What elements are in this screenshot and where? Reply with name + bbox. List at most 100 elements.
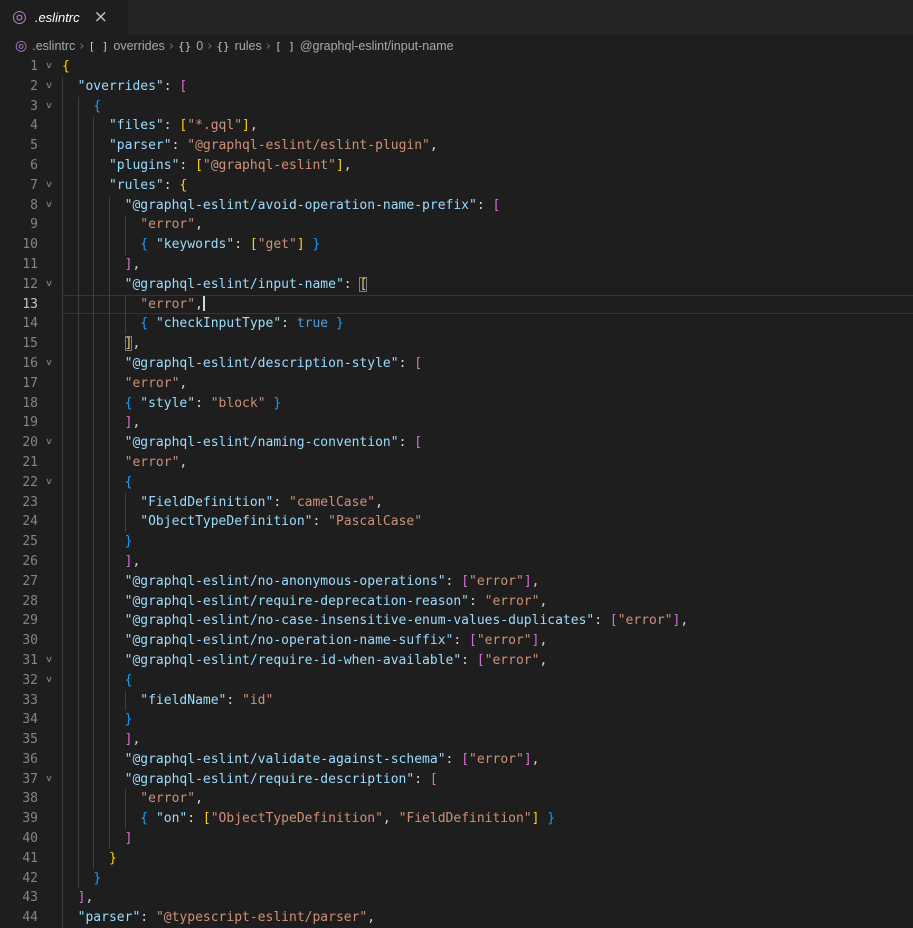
code-line[interactable]: 25 }	[0, 532, 913, 552]
code-line[interactable]: 27 "@graphql-eslint/no-anonymous-operati…	[0, 572, 913, 592]
code-content[interactable]: ],	[62, 413, 913, 433]
code-content[interactable]: "fieldName": "id"	[62, 691, 913, 711]
code-content[interactable]: "error",	[62, 789, 913, 809]
code-line[interactable]: 3∨ {	[0, 97, 913, 117]
close-icon[interactable]: ×	[94, 9, 108, 26]
code-line[interactable]: 2∨ "overrides": [	[0, 77, 913, 97]
code-line[interactable]: 40 ]	[0, 829, 913, 849]
fold-chevron-icon[interactable]: ∨	[34, 77, 64, 97]
code-content[interactable]: ]	[62, 829, 913, 849]
code-line[interactable]: 29 "@graphql-eslint/no-case-insensitive-…	[0, 611, 913, 631]
code-content[interactable]: }	[62, 849, 913, 869]
code-content[interactable]: { "checkInputType": true }	[62, 314, 913, 334]
breadcrumb-item[interactable]: {}rules	[216, 39, 261, 53]
fold-chevron-icon[interactable]: ∨	[34, 473, 64, 493]
fold-chevron-icon[interactable]: ∨	[34, 97, 64, 117]
code-content[interactable]: { "keywords": ["get"] }	[62, 235, 913, 255]
code-line[interactable]: 11 ],	[0, 255, 913, 275]
code-content[interactable]: ],	[62, 888, 913, 908]
code-content[interactable]: {	[62, 671, 913, 691]
code-content[interactable]: "parser": "@graphql-eslint/eslint-plugin…	[62, 136, 913, 156]
fold-chevron-icon[interactable]: ∨	[34, 651, 64, 671]
code-line[interactable]: 18 { "style": "block" }	[0, 394, 913, 414]
code-line[interactable]: 33 "fieldName": "id"	[0, 691, 913, 711]
code-content[interactable]: "FieldDefinition": "camelCase",	[62, 493, 913, 513]
code-line[interactable]: 7∨ "rules": {	[0, 176, 913, 196]
code-line[interactable]: 43 ],	[0, 888, 913, 908]
code-content[interactable]: "@graphql-eslint/validate-against-schema…	[62, 750, 913, 770]
code-content[interactable]: "@graphql-eslint/naming-convention": [	[62, 433, 913, 453]
code-line[interactable]: 30 "@graphql-eslint/no-operation-name-su…	[0, 631, 913, 651]
code-line[interactable]: 26 ],	[0, 552, 913, 572]
code-content[interactable]: "files": ["*.gql"],	[62, 116, 913, 136]
code-line[interactable]: 28 "@graphql-eslint/require-deprecation-…	[0, 592, 913, 612]
code-content[interactable]: { "style": "block" }	[62, 394, 913, 414]
code-line[interactable]: 23 "FieldDefinition": "camelCase",	[0, 493, 913, 513]
breadcrumb-item[interactable]: [ ]overrides	[89, 39, 165, 53]
code-line[interactable]: 13 "error",	[0, 295, 913, 315]
fold-chevron-icon[interactable]: ∨	[34, 433, 64, 453]
fold-chevron-icon[interactable]: ∨	[34, 196, 64, 216]
code-line[interactable]: 1∨{	[0, 57, 913, 77]
code-line[interactable]: 34 }	[0, 710, 913, 730]
code-line[interactable]: 38 "error",	[0, 789, 913, 809]
code-content[interactable]: ],	[62, 552, 913, 572]
code-content[interactable]: }	[62, 710, 913, 730]
code-line[interactable]: 6 "plugins": ["@graphql-eslint"],	[0, 156, 913, 176]
code-line[interactable]: 20∨ "@graphql-eslint/naming-convention":…	[0, 433, 913, 453]
code-line[interactable]: 37∨ "@graphql-eslint/require-description…	[0, 770, 913, 790]
code-line[interactable]: 21 "error",	[0, 453, 913, 473]
code-line[interactable]: 31∨ "@graphql-eslint/require-id-when-ava…	[0, 651, 913, 671]
fold-chevron-icon[interactable]: ∨	[34, 57, 64, 77]
code-content[interactable]: "error",	[62, 295, 913, 315]
code-content[interactable]: }	[62, 869, 913, 889]
code-line[interactable]: 41 }	[0, 849, 913, 869]
code-line[interactable]: 14 { "checkInputType": true }	[0, 314, 913, 334]
code-content[interactable]: "parser": "@typescript-eslint/parser",	[62, 908, 913, 928]
fold-chevron-icon[interactable]: ∨	[34, 770, 64, 790]
code-line[interactable]: 16∨ "@graphql-eslint/description-style":…	[0, 354, 913, 374]
fold-chevron-icon[interactable]: ∨	[34, 354, 64, 374]
fold-chevron-icon[interactable]: ∨	[34, 275, 64, 295]
code-content[interactable]: "@graphql-eslint/input-name": [	[62, 275, 913, 295]
code-content[interactable]: "plugins": ["@graphql-eslint"],	[62, 156, 913, 176]
code-content[interactable]: {	[62, 97, 913, 117]
breadcrumb-item[interactable]: [ ]@graphql-eslint/input-name	[275, 39, 454, 53]
editor[interactable]: 1∨{2∨ "overrides": [3∨ {4 "files": ["*.g…	[0, 57, 913, 928]
code-content[interactable]: "@graphql-eslint/avoid-operation-name-pr…	[62, 196, 913, 216]
code-content[interactable]: "overrides": [	[62, 77, 913, 97]
code-line[interactable]: 24 "ObjectTypeDefinition": "PascalCase"	[0, 512, 913, 532]
code-line[interactable]: 12∨ "@graphql-eslint/input-name": [	[0, 275, 913, 295]
code-line[interactable]: 4 "files": ["*.gql"],	[0, 116, 913, 136]
code-content[interactable]: "@graphql-eslint/no-case-insensitive-enu…	[62, 611, 913, 631]
code-content[interactable]: "@graphql-eslint/require-description": [	[62, 770, 913, 790]
code-content[interactable]: }	[62, 532, 913, 552]
code-content[interactable]: "@graphql-eslint/no-operation-name-suffi…	[62, 631, 913, 651]
code-line[interactable]: 19 ],	[0, 413, 913, 433]
code-content[interactable]: {	[62, 473, 913, 493]
code-content[interactable]: "error",	[62, 215, 913, 235]
code-content[interactable]: "@graphql-eslint/require-id-when-availab…	[62, 651, 913, 671]
code-line[interactable]: 5 "parser": "@graphql-eslint/eslint-plug…	[0, 136, 913, 156]
fold-chevron-icon[interactable]: ∨	[34, 176, 64, 196]
code-line[interactable]: 9 "error",	[0, 215, 913, 235]
code-content[interactable]: {	[62, 57, 913, 77]
code-content[interactable]: "rules": {	[62, 176, 913, 196]
tab-eslintrc[interactable]: ◎ .eslintrc ×	[0, 0, 128, 35]
code-content[interactable]: "@graphql-eslint/description-style": [	[62, 354, 913, 374]
code-content[interactable]: ],	[62, 334, 913, 354]
breadcrumb-item[interactable]: {}0	[178, 39, 203, 53]
code-line[interactable]: 36 "@graphql-eslint/validate-against-sch…	[0, 750, 913, 770]
code-content[interactable]: "@graphql-eslint/no-anonymous-operations…	[62, 572, 913, 592]
code-line[interactable]: 22∨ {	[0, 473, 913, 493]
code-content[interactable]: "@graphql-eslint/require-deprecation-rea…	[62, 592, 913, 612]
code-line[interactable]: 8∨ "@graphql-eslint/avoid-operation-name…	[0, 196, 913, 216]
code-content[interactable]: ],	[62, 730, 913, 750]
code-line[interactable]: 15 ],	[0, 334, 913, 354]
code-line[interactable]: 44 "parser": "@typescript-eslint/parser"…	[0, 908, 913, 928]
code-content[interactable]: "ObjectTypeDefinition": "PascalCase"	[62, 512, 913, 532]
fold-chevron-icon[interactable]: ∨	[34, 671, 64, 691]
code-line[interactable]: 35 ],	[0, 730, 913, 750]
breadcrumb-item[interactable]: ◎.eslintrc	[15, 39, 75, 53]
code-content[interactable]: "error",	[62, 374, 913, 394]
